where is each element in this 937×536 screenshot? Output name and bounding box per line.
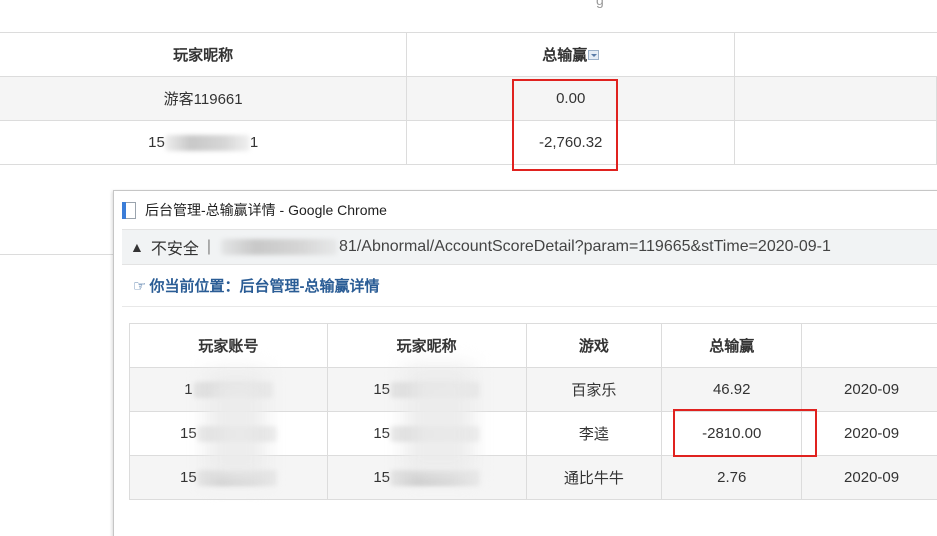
redaction-smudge (404, 366, 474, 476)
table-row[interactable]: 15 1 -2,760.32 (0, 120, 937, 165)
cell-game: 通比牛牛 (525, 455, 663, 500)
window-title: 后台管理-总输赢详情 - Google Chrome (145, 202, 387, 218)
cell-account-prefix: 15 (180, 424, 197, 442)
cell-game: 百家乐 (525, 367, 663, 412)
page-icon (122, 201, 136, 219)
highlight-box-detail-total (673, 409, 817, 457)
redacted-host (221, 239, 338, 255)
cell-nickname-prefix: 15 (373, 380, 390, 398)
pointing-hand-icon: ☞ (133, 277, 147, 295)
divider (0, 254, 113, 255)
address-separator: | (206, 238, 212, 255)
header-extra (734, 32, 937, 77)
table-header-row: 玩家账号 玩家昵称 游戏 总输赢 (129, 323, 937, 368)
cell-extra (734, 76, 937, 121)
table-row[interactable]: 游客119661 0.00 (0, 76, 937, 121)
cell-extra (734, 120, 937, 165)
cell-date: 2020-09 (801, 455, 937, 500)
warning-icon[interactable]: ▲ (130, 239, 144, 255)
window-titlebar[interactable]: 后台管理-总输赢详情 - Google Chrome (114, 191, 937, 229)
cell-nickname: 游客119661 (0, 76, 408, 121)
address-bar[interactable]: ▲ 不安全 | 81/Abnormal/AccountScoreDetail?p… (122, 229, 937, 265)
score-summary-table: 玩家昵称 总输赢 游客119661 0.00 15 1 -2,760.32 (0, 32, 937, 165)
cell-nickname-prefix: 15 (373, 424, 390, 442)
cell-nickname: 15 1 (0, 120, 408, 165)
header-player-nickname: 玩家昵称 (0, 32, 408, 77)
header-total-label: 总输赢 (542, 47, 588, 64)
breadcrumb-text: 你当前位置：后台管理-总输赢详情 (149, 278, 380, 295)
table-header-row: 玩家昵称 总输赢 (0, 32, 937, 77)
header-total-win-loss: 总输赢 (661, 323, 803, 368)
cell-account-prefix: 1 (184, 380, 193, 398)
cell-account-prefix: 15 (180, 468, 197, 486)
popup-content: ☞ 你当前位置：后台管理-总输赢详情 (114, 265, 937, 307)
cell-date: 2020-09 (801, 367, 937, 412)
header-game: 游戏 (525, 323, 663, 368)
cell-game: 李逵 (525, 411, 663, 456)
cell-total: 2.76 (661, 455, 803, 500)
security-label[interactable]: 不安全 (151, 235, 199, 259)
popup-browser-window[interactable]: 后台管理-总输赢详情 - Google Chrome ▲ 不安全 | 81/Ab… (113, 190, 937, 536)
cell-nickname-prefix: 15 (373, 468, 390, 486)
cell-date: 2020-09 (801, 411, 937, 456)
url-text[interactable]: 81/Abnormal/AccountScoreDetail?param=119… (339, 238, 831, 256)
redacted-text (164, 135, 250, 152)
breadcrumb: ☞ 你当前位置：后台管理-总输赢详情 (122, 265, 937, 307)
cell-total: 46.92 (661, 367, 803, 412)
cell-nickname-prefix: 15 (148, 133, 165, 151)
sort-dropdown-icon[interactable] (588, 50, 600, 61)
cell-nickname-suffix: 1 (249, 133, 259, 151)
redaction-smudge (206, 371, 266, 481)
clipped-heading-fragment: g (596, 0, 604, 8)
header-player-nickname: 玩家昵称 (326, 323, 527, 368)
header-date (801, 323, 937, 368)
header-total-win-loss[interactable]: 总输赢 (406, 32, 736, 77)
header-player-account: 玩家账号 (129, 323, 328, 368)
highlight-box-summary-total (512, 79, 618, 171)
